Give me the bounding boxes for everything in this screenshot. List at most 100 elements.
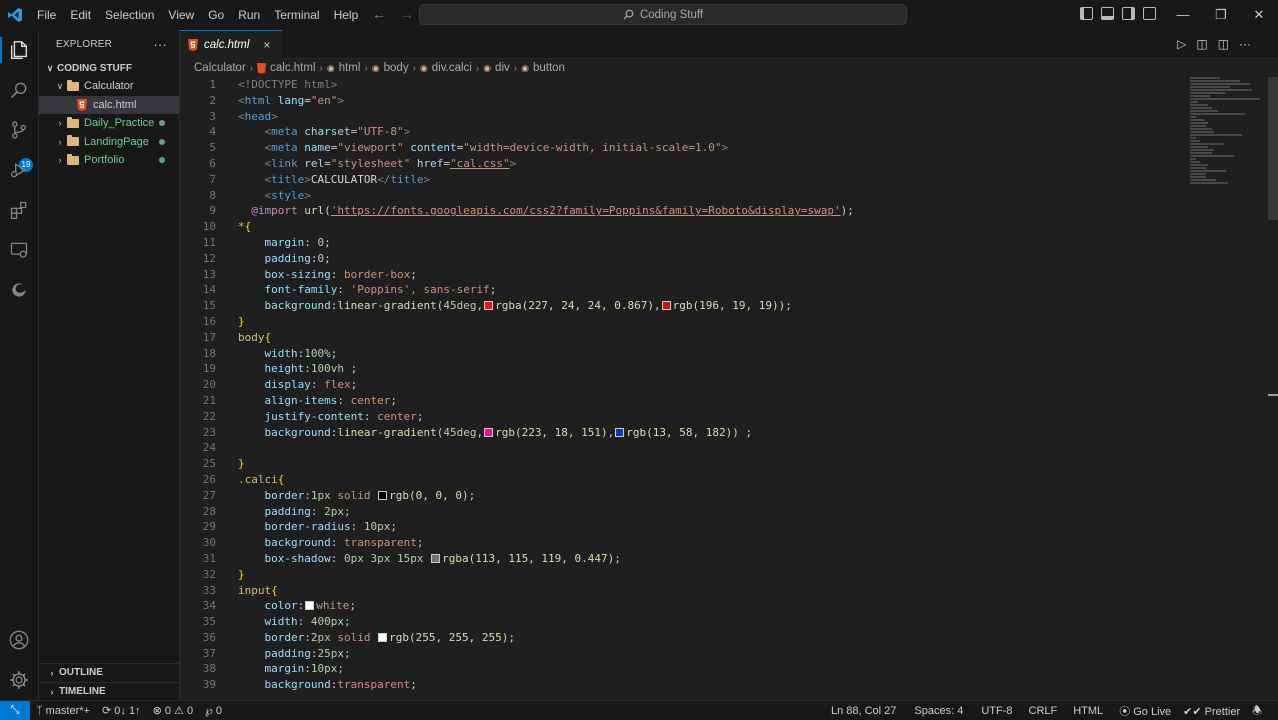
menu-go[interactable]: Go (201, 0, 231, 30)
forward-arrow-icon[interactable]: → (400, 6, 414, 22)
search-icon (623, 9, 634, 20)
toggle-secondary-sidebar-icon[interactable] (1122, 7, 1135, 20)
minimap[interactable] (1190, 77, 1268, 257)
tab-calc-html[interactable]: calc.html × (180, 30, 282, 59)
modified-dot-icon (159, 138, 165, 145)
manage-gear-icon[interactable] (7, 668, 31, 692)
git-branch[interactable]: ᛉ master*+ (30, 705, 96, 717)
search-activity-icon[interactable] (7, 78, 31, 102)
notifications-bell-icon[interactable]: 🕭 (1246, 702, 1268, 720)
breadcrumb-item[interactable]: Calculator (194, 62, 246, 74)
tree-folder-landingpage[interactable]: › LandingPage (39, 133, 179, 152)
code-line: 20 display: flex; (202, 378, 358, 392)
problems-status[interactable]: ⊗ 0 ⚠ 0 (147, 704, 200, 717)
tree-folder-portfolio[interactable]: › Portfolio (39, 151, 179, 170)
code-line: 25} (202, 457, 245, 471)
end-of-line[interactable]: CRLF (1023, 705, 1064, 717)
menu-help[interactable]: Help (327, 0, 366, 30)
folder-icon (67, 153, 79, 165)
workspace-root-label: CODING STUFF (57, 62, 132, 74)
breadcrumb-item[interactable]: div.calci (432, 62, 472, 74)
explorer-icon[interactable] (7, 38, 31, 62)
cursor-position[interactable]: Ln 88, Col 27 (825, 705, 902, 717)
prettier-status[interactable]: ✔✔ Prettier (1177, 705, 1246, 718)
extensions-icon[interactable] (7, 198, 31, 222)
toggle-primary-sidebar-icon[interactable] (1080, 7, 1093, 20)
close-icon[interactable]: × (263, 38, 270, 52)
branch-name: master*+ (45, 704, 90, 717)
encoding[interactable]: UTF-8 (975, 705, 1018, 717)
breadcrumb-item[interactable]: body (384, 62, 409, 74)
accounts-icon[interactable] (7, 628, 31, 652)
indentation[interactable]: Spaces: 4 (908, 705, 969, 717)
chevron-right-icon: › (58, 118, 62, 129)
color-swatch[interactable] (484, 301, 494, 311)
edge-devtools-icon[interactable] (7, 278, 31, 302)
customize-layout-icon[interactable] (1143, 7, 1156, 20)
menu-file[interactable]: File (30, 0, 63, 30)
minimize-icon[interactable]: — (1164, 0, 1202, 30)
html-file-icon (257, 62, 267, 74)
menu-view[interactable]: View (161, 0, 201, 30)
close-window-icon[interactable]: ✕ (1240, 0, 1278, 30)
breadcrumb-item[interactable]: button (533, 62, 565, 74)
editor-tabs: calc.html × ▷ ◫ ◫ ··· (180, 30, 1278, 59)
outline-section[interactable]: › OUTLINE (39, 663, 180, 681)
workspace-root[interactable]: ∨ CODING STUFF (39, 59, 179, 77)
more-actions-icon[interactable]: ··· (153, 37, 167, 52)
language-mode[interactable]: HTML (1067, 705, 1109, 717)
color-swatch[interactable] (378, 490, 388, 500)
tree-folder-calculator[interactable]: ∨ Calculator (39, 77, 179, 96)
tree-folder-daily-practice[interactable]: › Daily_Practice (39, 114, 179, 133)
breadcrumb-item[interactable]: div (495, 62, 510, 74)
split-editor-icon[interactable]: ◫ (1218, 37, 1229, 51)
go-live-button[interactable]: ⦿ Go Live (1113, 703, 1177, 719)
breadcrumb-item[interactable]: html (339, 62, 361, 74)
layout-controls (1080, 7, 1156, 20)
tree-label: Portfolio (84, 154, 125, 167)
ports-status[interactable]: ℘ 0 (199, 704, 228, 717)
chevron-right-icon: › (50, 686, 54, 697)
sync-counts: 0↓ 1↑ (114, 705, 141, 717)
menu-selection[interactable]: Selection (98, 0, 161, 30)
chevron-right-icon: › (58, 155, 62, 166)
menu-run[interactable]: Run (231, 0, 267, 30)
code-line: 14 font-family: 'Poppins', sans-serif; (202, 283, 497, 297)
toggle-panel-icon[interactable] (1101, 7, 1114, 20)
remote-indicator-icon[interactable]: ⤡ (0, 700, 30, 720)
breadcrumb-item[interactable]: calc.html (270, 62, 315, 74)
menu-terminal[interactable]: Terminal (267, 0, 326, 30)
code-line: 24 (202, 441, 216, 455)
code-line: 22 justify-content: center; (202, 409, 424, 423)
code-line: 31 box-shadow: 0px 3px 15px rgba(113, 11… (202, 551, 621, 565)
code-editor[interactable]: 1 <!DOCTYPE html> 2 <html lang="en"> 3 <hea… (180, 77, 1190, 700)
open-preview-icon[interactable]: ◫ (1196, 37, 1207, 51)
html-file-icon (77, 98, 87, 111)
chevron-right-icon: › (58, 136, 62, 147)
window-controls: — ❐ ✕ (1164, 0, 1278, 30)
color-swatch[interactable] (484, 427, 494, 437)
color-swatch[interactable] (661, 301, 671, 311)
color-swatch[interactable] (431, 553, 441, 563)
source-control-icon[interactable] (7, 118, 31, 142)
code-line: 30 background: transparent; (202, 536, 424, 550)
more-actions-icon[interactable]: ··· (1239, 37, 1251, 51)
code-line: 33 input{ (202, 583, 278, 597)
tree-file-calc-html[interactable]: calc.html (39, 95, 179, 114)
color-swatch[interactable] (378, 632, 388, 642)
color-swatch[interactable] (305, 601, 315, 611)
timeline-section[interactable]: › TIMELINE (39, 682, 180, 700)
run-debug-icon[interactable] (7, 158, 31, 182)
menu-edit[interactable]: Edit (63, 0, 98, 30)
remote-explorer-icon[interactable] (7, 238, 31, 262)
vertical-scrollbar[interactable] (1268, 77, 1278, 220)
nav-arrows: ← → (372, 6, 414, 22)
sync-status[interactable]: ⟳ 0↓ 1↑ (96, 704, 147, 717)
back-arrow-icon[interactable]: ← (372, 6, 386, 22)
element-icon: ◉ (419, 62, 428, 73)
cursor-position-marker (1268, 394, 1278, 396)
restore-icon[interactable]: ❐ (1202, 0, 1240, 30)
run-icon[interactable]: ▷ (1177, 37, 1186, 51)
color-swatch[interactable] (615, 427, 625, 437)
command-center[interactable]: Coding Stuff (419, 4, 907, 25)
